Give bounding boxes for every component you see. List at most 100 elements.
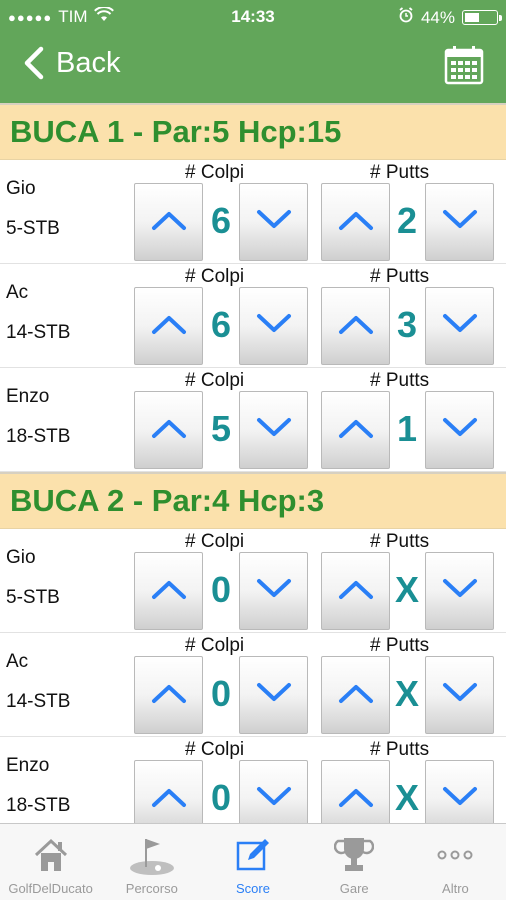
chevron-up-icon [150,578,188,605]
chevron-up-icon [337,313,375,340]
colpi-decrease-button[interactable] [239,183,308,261]
colpi-increase-button[interactable] [134,552,203,630]
player-name: Gio [6,178,36,199]
chevron-down-icon [441,209,479,236]
putts-label: # Putts [370,739,430,760]
colpi-value: 6 [210,200,232,241]
player-handicap: 18-STB [6,795,71,816]
colpi-increase-button[interactable] [134,656,203,734]
chevron-up-icon [337,578,375,605]
player-score-row: Enzo 18-STB # Colpi # Putts 0 X [0,737,506,823]
chevron-up-icon [337,682,375,709]
putts-increase-button[interactable] [321,760,390,823]
colpi-increase-button[interactable] [134,287,203,365]
tab-altro[interactable]: Altro [405,824,506,900]
player-name: Enzo [6,386,50,407]
colpi-increase-button[interactable] [134,183,203,261]
putts-increase-button[interactable] [321,287,390,365]
player-name: Enzo [6,755,50,776]
putts-decrease-button[interactable] [425,656,494,734]
chevron-left-icon [24,46,44,80]
player-handicap: 5-STB [6,587,60,608]
player-score-row: Ac 14-STB # Colpi # Putts 0 X [0,633,506,737]
chevron-down-icon [441,313,479,340]
player-handicap: 14-STB [6,322,71,343]
tab-label: Gare [339,881,369,896]
player-score-row: Gio 5-STB # Colpi # Putts 6 2 [0,160,506,264]
trophy-icon [330,833,378,877]
nav-bar: Back [0,34,506,103]
player-name: Gio [6,547,36,568]
colpi-decrease-button[interactable] [239,391,308,469]
tab-label: Altro [442,881,469,896]
tab-score[interactable]: Score [202,824,303,900]
chevron-down-icon [255,786,293,813]
player-score-row: Enzo 18-STB # Colpi # Putts 5 1 [0,368,506,472]
putts-increase-button[interactable] [321,552,390,630]
putts-value: X [394,569,419,610]
colpi-label: # Colpi [185,266,245,287]
colpi-increase-button[interactable] [134,391,203,469]
chevron-up-icon [150,417,188,444]
putts-decrease-button[interactable] [425,391,494,469]
colpi-value: 6 [210,304,232,345]
chevron-up-icon [337,209,375,236]
putts-label: # Putts [370,635,430,656]
putts-label: # Putts [370,266,430,287]
tab-label: Percorso [125,881,178,896]
colpi-label: # Colpi [185,162,245,183]
player-name: Ac [6,282,29,303]
putts-value: 2 [396,200,418,241]
chevron-down-icon [441,786,479,813]
putts-label: # Putts [370,370,430,391]
colpi-label: # Colpi [185,739,245,760]
player-handicap: 18-STB [6,426,71,447]
back-button[interactable]: Back [22,46,120,80]
home-icon [27,833,75,877]
putts-value: X [394,777,419,818]
more-icon [431,833,479,877]
colpi-increase-button[interactable] [134,760,203,823]
edit-icon [229,833,277,877]
chevron-up-icon [337,417,375,444]
chevron-up-icon [337,786,375,813]
colpi-label: # Colpi [185,531,245,552]
player-handicap: 14-STB [6,691,71,712]
chevron-down-icon [255,417,293,444]
chevron-up-icon [150,313,188,340]
putts-label: # Putts [370,162,430,183]
chevron-down-icon [441,578,479,605]
chevron-up-icon [150,786,188,813]
chevron-down-icon [255,209,293,236]
player-score-row: Ac 14-STB # Colpi # Putts 6 3 [0,264,506,368]
putts-increase-button[interactable] [321,656,390,734]
putts-decrease-button[interactable] [425,287,494,365]
putts-increase-button[interactable] [321,183,390,261]
colpi-value: 5 [210,408,232,449]
alarm-icon [398,7,414,28]
putts-value: 1 [396,408,418,449]
putts-decrease-button[interactable] [425,552,494,630]
colpi-decrease-button[interactable] [239,552,308,630]
calendar-icon[interactable] [444,45,484,85]
putts-decrease-button[interactable] [425,183,494,261]
tab-percorso[interactable]: Percorso [101,824,202,900]
status-bar: ●●●●● TIM 14:33 44% [0,0,506,34]
colpi-decrease-button[interactable] [239,656,308,734]
colpi-decrease-button[interactable] [239,287,308,365]
tab-gare[interactable]: Gare [304,824,405,900]
battery-icon [462,10,502,25]
chevron-down-icon [255,578,293,605]
player-score-row: Gio 5-STB # Colpi # Putts 0 X [0,529,506,633]
tab-golfdelducato[interactable]: GolfDelDucato [0,824,101,900]
tab-bar: GolfDelDucato Percorso Score Gare Altro [0,823,506,900]
colpi-decrease-button[interactable] [239,760,308,823]
putts-decrease-button[interactable] [425,760,494,823]
putts-value: 3 [396,304,418,345]
putts-increase-button[interactable] [321,391,390,469]
score-list[interactable]: BUCA 1 - Par:5 Hcp:15 Gio 5-STB # Colpi … [0,103,506,823]
chevron-down-icon [441,417,479,444]
colpi-value: 0 [210,777,232,818]
chevron-up-icon [150,682,188,709]
tab-label: GolfDelDucato [8,881,93,896]
